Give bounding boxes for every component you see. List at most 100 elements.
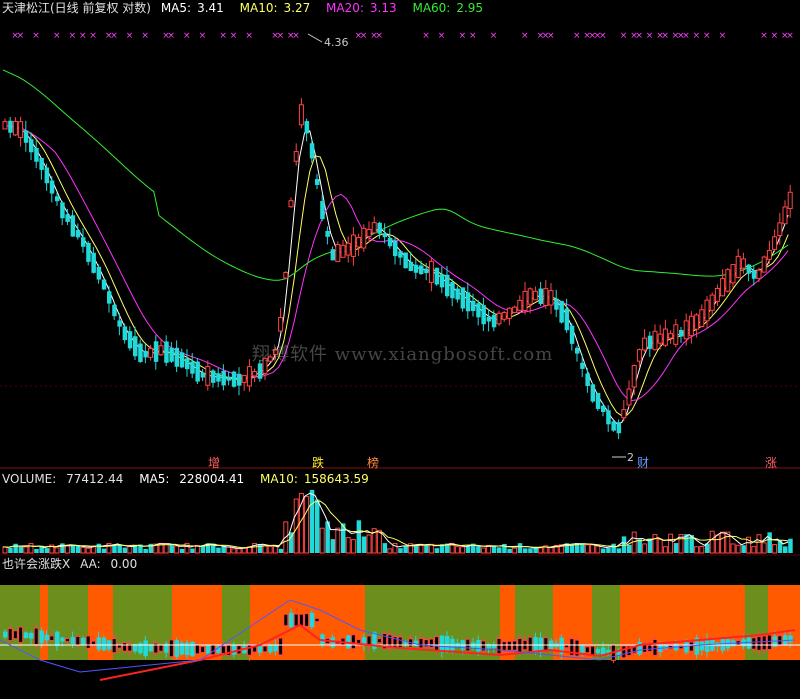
candle-body [564, 308, 570, 331]
indicator-name: 也许会涨跌X [2, 557, 71, 571]
indicator-body [194, 644, 200, 655]
candle-body [283, 272, 289, 279]
candle-body [315, 179, 320, 185]
volume-bar [580, 543, 585, 553]
candle-body [393, 240, 398, 257]
candle-body [532, 290, 538, 301]
indicator-body [756, 636, 762, 651]
candle-body [23, 130, 29, 143]
volume-bar [756, 534, 762, 554]
candle-body [340, 244, 346, 258]
x-marker: × [141, 31, 149, 41]
volume-bar [434, 548, 440, 553]
candle-body [278, 317, 284, 332]
candle-body [55, 196, 60, 202]
volume-bar [169, 544, 174, 553]
candle-body [580, 362, 585, 369]
volume-bar [673, 543, 679, 553]
x-marker: × [573, 31, 581, 41]
candle-body [683, 320, 689, 340]
indicator-body [751, 637, 757, 650]
indicator-body [788, 635, 793, 643]
candle-body [2, 121, 8, 130]
volume-bar [751, 546, 757, 554]
indicator-body [185, 642, 190, 656]
x-marker: × [693, 31, 701, 41]
x-marker: × [703, 31, 711, 41]
volume-bar [174, 545, 180, 554]
indicator-body [476, 639, 481, 652]
volume-bar [28, 543, 34, 554]
volume-value: VOLUME: 77412.44 [2, 472, 129, 486]
volume-bar [44, 548, 50, 553]
candle-body [148, 347, 154, 358]
candle-body [471, 300, 476, 311]
volume-bar [366, 534, 372, 554]
candle-body [595, 392, 601, 409]
x-marker: × [292, 31, 300, 41]
indicator-body [783, 635, 788, 645]
candle-body [366, 228, 372, 238]
volume-bar [767, 532, 772, 553]
indicator-body [148, 645, 154, 652]
candle-body [766, 249, 772, 260]
volume-ma-line [2, 492, 789, 549]
volume-bar [528, 548, 533, 553]
x-marker: × [490, 31, 498, 41]
indicator-zone [768, 585, 800, 660]
volume-ma10-number: 158643.59 [303, 472, 369, 486]
candle-body [419, 265, 424, 275]
x-marker: × [53, 31, 61, 41]
candle-body [387, 237, 393, 247]
candle-body [455, 288, 460, 300]
volume-ma-lines [2, 492, 789, 549]
candle-body [662, 328, 668, 346]
candle-body [86, 242, 91, 262]
candle-body [158, 345, 164, 356]
indicator-body [684, 640, 689, 653]
indicator-body [506, 640, 512, 651]
volume-bar [694, 546, 700, 554]
x-marker: × [786, 31, 794, 41]
indicator-aa-value: 0.00 [110, 557, 138, 571]
volume-bar [257, 543, 263, 553]
volume-bar [538, 547, 544, 554]
indicator-body [174, 640, 180, 657]
indicator-body [350, 634, 356, 650]
volume-bar [330, 539, 336, 553]
candle-body [606, 410, 611, 425]
candle-body [777, 222, 783, 237]
candle-body [522, 290, 528, 312]
volume-bar [761, 542, 767, 554]
candle-body [647, 335, 653, 349]
x-marker: × [661, 31, 669, 41]
candle-body [345, 242, 351, 256]
x-marker: × [719, 31, 727, 41]
indicator-body [621, 645, 627, 659]
indicator-body [434, 636, 440, 651]
indicator-body [246, 643, 252, 656]
candle-body [252, 371, 258, 377]
indicator-body [90, 640, 96, 645]
candle-body [694, 314, 700, 330]
volume-ma5-label: MA5: [139, 472, 170, 486]
indicator-body [220, 645, 226, 655]
x-marker: × [110, 31, 118, 41]
volume-bar [70, 545, 76, 553]
candle-body [746, 264, 752, 274]
candle-body [772, 236, 778, 250]
x-marker: × [646, 31, 654, 41]
candle-body [621, 409, 627, 419]
candle-body [179, 352, 185, 368]
candle-body [725, 269, 731, 292]
volume-bar [267, 545, 273, 554]
volume-bar [319, 527, 325, 554]
candle-body [782, 206, 788, 225]
volume-bar [569, 545, 575, 553]
candle-body [735, 255, 741, 278]
candle-body [428, 260, 434, 283]
x-marker: × [635, 31, 643, 41]
indicator-body [397, 636, 403, 648]
candle-body [127, 331, 133, 349]
volume-bar [387, 548, 393, 554]
